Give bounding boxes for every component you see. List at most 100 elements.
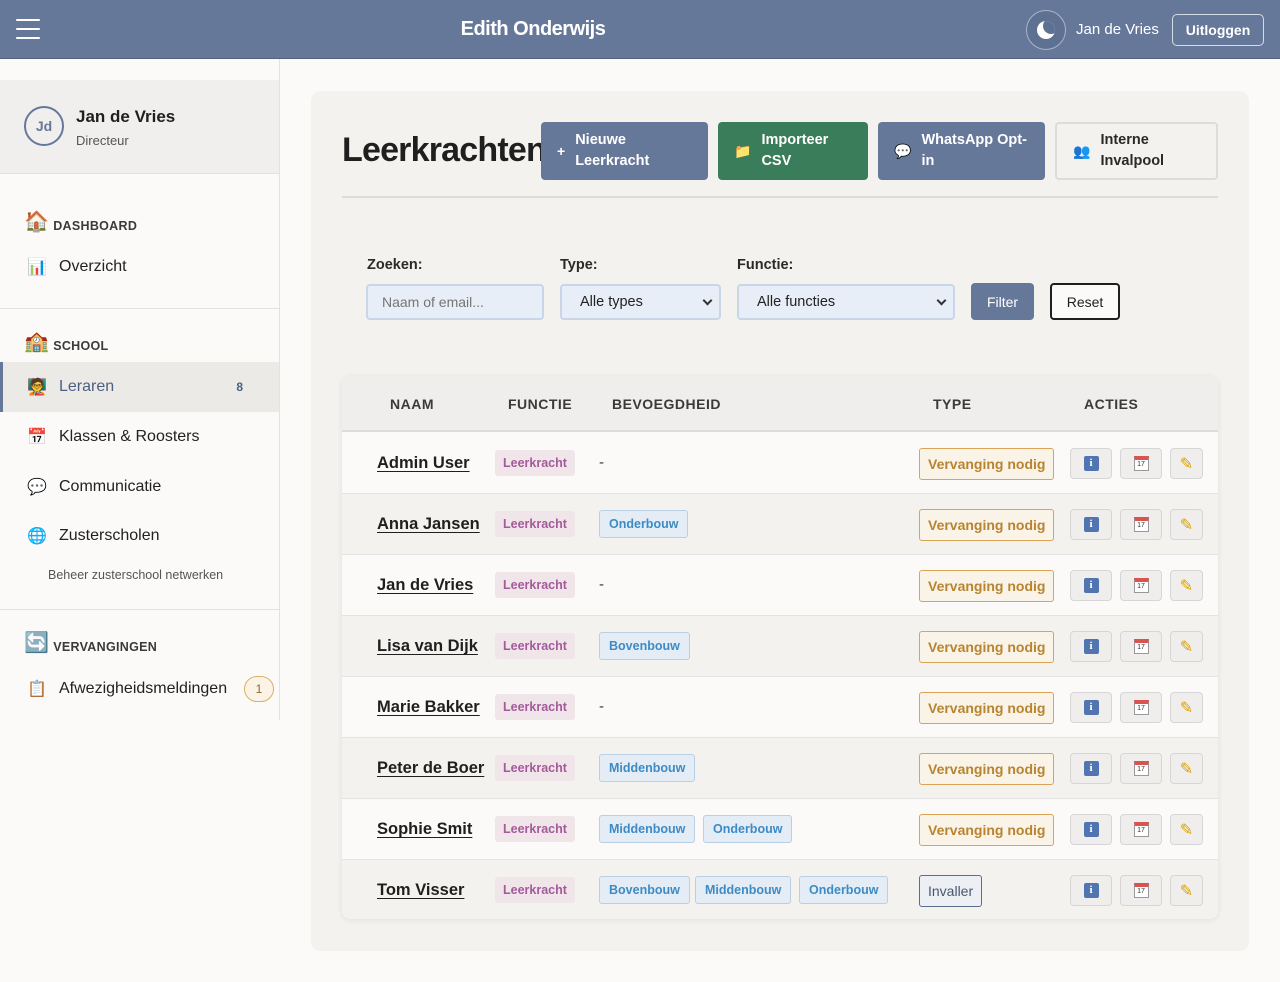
calendar-icon: 17	[1133, 456, 1149, 471]
zusterscholen-description: Beheer zusterschool netwerken	[48, 568, 224, 582]
schedule-button[interactable]: 17	[1120, 875, 1162, 906]
table-row: Admin User Leerkracht - Vervanging nodig i 17…	[342, 433, 1218, 494]
teacher-name-link[interactable]: Anna Jansen	[377, 494, 480, 554]
whatsapp-optin-button[interactable]: 💬 WhatsApp Opt-in	[878, 122, 1045, 180]
avatar: Jd	[24, 106, 64, 146]
schedule-button[interactable]: 17	[1120, 509, 1162, 540]
teacher-name-link[interactable]: Marie Bakker	[377, 677, 480, 737]
info-button[interactable]: i	[1070, 631, 1112, 662]
sidebar-item-label: Overzicht	[59, 258, 127, 275]
section-school: 🏫 SCHOOL	[24, 327, 108, 353]
info-button[interactable]: i	[1070, 875, 1112, 906]
pencil-icon: ✎	[1179, 455, 1194, 473]
sidebar-item-communicatie[interactable]: 💬 Communicatie	[0, 462, 279, 512]
qualification-tag: Onderbouw	[703, 815, 793, 843]
table-row: Tom Visser Leerkracht Bovenbouw Middenbouw O…	[342, 860, 1218, 919]
internal-pool-button[interactable]: 👥 Interne Invalpool	[1055, 122, 1218, 180]
column-header-acties: ACTIES	[1084, 396, 1139, 412]
edit-button[interactable]: ✎	[1170, 570, 1203, 601]
sidebar-item-overzicht[interactable]: 📊 Overzicht	[0, 242, 279, 292]
folder-icon: 📁	[734, 142, 752, 159]
reset-button[interactable]: Reset	[1050, 283, 1120, 320]
schedule-button[interactable]: 17	[1120, 753, 1162, 784]
info-button[interactable]: i	[1070, 753, 1112, 784]
calendar-icon: 17	[1133, 822, 1149, 837]
teacher-name-link[interactable]: Lisa van Dijk	[377, 616, 478, 676]
table-row: Lisa van Dijk Leerkracht Bovenbouw Vervangi…	[342, 616, 1218, 677]
function-tag: Leerkracht	[495, 694, 575, 720]
globe-icon: 🌐	[27, 528, 47, 545]
teacher-name-link[interactable]: Sophie Smit	[377, 799, 472, 859]
no-qualification: -	[599, 576, 604, 593]
info-icon: i	[1083, 578, 1099, 593]
pencil-icon: ✎	[1179, 516, 1194, 534]
sidebar-item-leraren[interactable]: 🧑‍🏫 Leraren 8	[0, 362, 279, 412]
search-input[interactable]	[366, 284, 544, 320]
button-label: WhatsApp Opt-in	[921, 132, 1027, 169]
profile-name: Jan de Vries	[76, 107, 176, 126]
schedule-button[interactable]: 17	[1120, 631, 1162, 662]
clipboard-icon: 📋	[27, 681, 47, 698]
teacher-name-link[interactable]: Jan de Vries	[377, 555, 473, 615]
function-select-value: Alle functies	[757, 294, 836, 310]
pencil-icon: ✎	[1179, 699, 1194, 717]
sidebar-item-label: Communicatie	[59, 478, 162, 495]
qualification-tag: Middenbouw	[695, 876, 792, 904]
sidebar-item-klassen[interactable]: 📅 Klassen & Roosters	[0, 412, 279, 462]
teacher-name-link[interactable]: Peter de Boer	[377, 738, 484, 798]
schedule-button[interactable]: 17	[1120, 692, 1162, 723]
logout-button[interactable]: Uitloggen	[1172, 14, 1264, 46]
theme-toggle-button[interactable]	[1026, 10, 1066, 50]
import-csv-button[interactable]: 📁 Importeer CSV	[718, 122, 868, 180]
moon-icon	[1037, 21, 1055, 39]
sidebar-divider	[0, 173, 279, 174]
edit-button[interactable]: ✎	[1170, 448, 1203, 479]
hamburger-icon[interactable]	[16, 19, 40, 39]
search-label: Zoeken:	[367, 257, 423, 273]
profile-role: Directeur	[76, 133, 129, 148]
user-profile: Jd Jan de Vries Directeur	[0, 80, 279, 174]
calendar-icon: 17	[1133, 639, 1149, 654]
info-button[interactable]: i	[1070, 570, 1112, 601]
type-badge: Vervanging nodig	[919, 448, 1055, 480]
info-button[interactable]: i	[1070, 814, 1112, 845]
qualification-tag: Bovenbouw	[599, 876, 690, 904]
section-dashboard: 🏠 DASHBOARD	[24, 207, 137, 233]
edit-button[interactable]: ✎	[1170, 509, 1203, 540]
speech-bubble-icon: 💬	[894, 142, 912, 159]
edit-button[interactable]: ✎	[1170, 875, 1203, 906]
qualification-tag: Middenbouw	[599, 754, 696, 782]
teacher-name-link[interactable]: Admin User	[377, 433, 470, 493]
section-label: DASHBOARD	[53, 219, 138, 233]
sidebar: Jd Jan de Vries Directeur 🏠 DASHBOARD 📊 …	[0, 59, 280, 720]
function-select[interactable]: Alle functies	[737, 284, 955, 320]
info-button[interactable]: i	[1070, 692, 1112, 723]
type-select-value: Alle types	[580, 294, 643, 310]
edit-button[interactable]: ✎	[1170, 814, 1203, 845]
edit-button[interactable]: ✎	[1170, 753, 1203, 784]
info-button[interactable]: i	[1070, 448, 1112, 479]
table-row: Peter de Boer Leerkracht Middenbouw Vervang…	[342, 738, 1218, 799]
table-header: NAAM FUNCTIE BEVOEGDHEID TYPE ACTIES	[342, 376, 1218, 432]
school-building-icon: 🏫	[24, 331, 50, 353]
new-teacher-button[interactable]: + Nieuwe Leerkracht	[541, 122, 708, 180]
filter-button[interactable]: Filter	[971, 283, 1034, 320]
type-badge: Vervanging nodig	[919, 631, 1055, 663]
type-badge: Vervanging nodig	[919, 753, 1055, 785]
calendar-icon: 17	[1133, 578, 1149, 593]
sidebar-item-zusterscholen[interactable]: 🌐 Zusterscholen	[0, 511, 279, 561]
type-select[interactable]: Alle types	[560, 284, 721, 320]
schedule-button[interactable]: 17	[1120, 570, 1162, 601]
table-row: Sophie Smit Leerkracht Middenbouw Onderbouw…	[342, 799, 1218, 860]
column-header-functie: FUNCTIE	[508, 396, 573, 412]
edit-button[interactable]: ✎	[1170, 631, 1203, 662]
sidebar-item-afwezigheid[interactable]: 📋 Afwezigheidsmeldingen 1	[0, 664, 279, 714]
column-header-naam: NAAM	[390, 396, 434, 412]
function-tag: Leerkracht	[495, 877, 575, 903]
edit-button[interactable]: ✎	[1170, 692, 1203, 723]
schedule-button[interactable]: 17	[1120, 814, 1162, 845]
teacher-name-link[interactable]: Tom Visser	[377, 860, 464, 919]
calendar-icon: 17	[1133, 700, 1149, 715]
schedule-button[interactable]: 17	[1120, 448, 1162, 479]
info-button[interactable]: i	[1070, 509, 1112, 540]
